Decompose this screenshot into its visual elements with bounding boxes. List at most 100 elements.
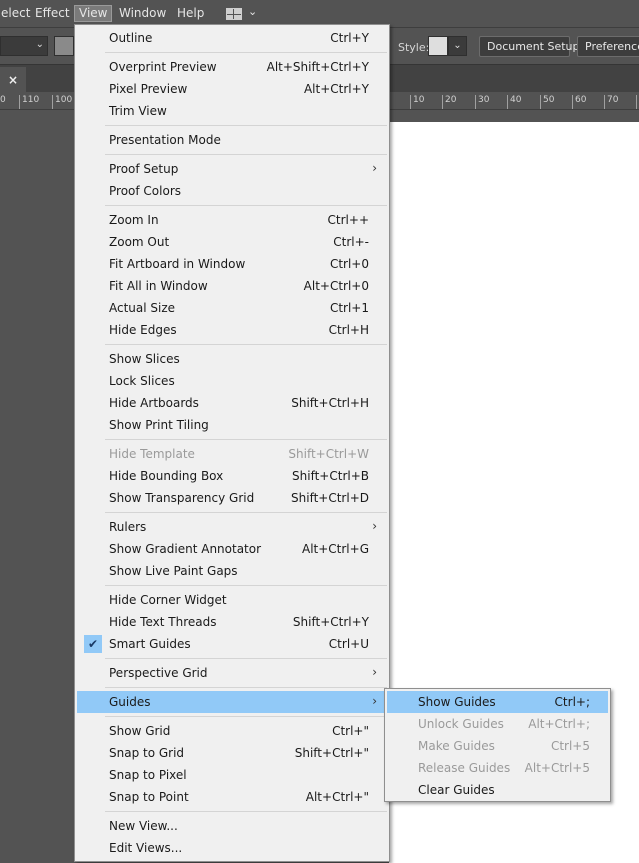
menu-item-label: Fit All in Window <box>109 279 208 293</box>
workspace-switcher[interactable]: ⌄ <box>222 4 264 24</box>
menu-item-shortcut: Ctrl+1 <box>329 301 369 315</box>
menu-separator <box>105 658 387 659</box>
chevron-right-icon: › <box>372 161 377 175</box>
menu-item-hide-template: Hide Template Shift+Ctrl+W <box>77 443 387 465</box>
menu-separator <box>105 52 387 53</box>
menu-item-lock-slices[interactable]: Lock Slices <box>77 370 387 392</box>
menu-separator <box>105 687 387 688</box>
opacity-swatch[interactable] <box>54 36 74 56</box>
menu-item-perspective-grid[interactable]: Perspective Grid › <box>77 662 387 684</box>
menu-item-new-view[interactable]: New View... <box>77 815 387 837</box>
menu-item-label: Perspective Grid <box>109 666 208 680</box>
menu-item-actual-size[interactable]: Actual Size Ctrl+1 <box>77 297 387 319</box>
menu-item-edit-views[interactable]: Edit Views... <box>77 837 387 859</box>
menu-item-label: Make Guides <box>418 739 495 753</box>
menu-item-label: Fit Artboard in Window <box>109 257 246 271</box>
menu-item-label: Unlock Guides <box>418 717 504 731</box>
ruler-tick <box>604 95 605 109</box>
ruler-label: 50 <box>543 95 555 105</box>
style-swatch[interactable] <box>428 36 448 56</box>
menu-item-hide-artboards[interactable]: Hide Artboards Shift+Ctrl+H <box>77 392 387 414</box>
menu-item-show-slices[interactable]: Show Slices <box>77 348 387 370</box>
ruler-label: 40 <box>510 95 522 105</box>
menu-item-shortcut: Ctrl+" <box>332 724 369 738</box>
menu-item-label: New View... <box>109 819 178 833</box>
menu-item-gradient-annotator[interactable]: Show Gradient Annotator Alt+Ctrl+G <box>77 538 387 560</box>
menu-item-zoom-in[interactable]: Zoom In Ctrl++ <box>77 209 387 231</box>
menu-separator <box>105 811 387 812</box>
menu-item-snap-to-point[interactable]: Snap to Point Alt+Ctrl+" <box>77 786 387 808</box>
menu-item-shortcut: Alt+Ctrl+Y <box>303 82 369 96</box>
menu-item-label: Presentation Mode <box>109 133 221 147</box>
menu-item-fit-artboard[interactable]: Fit Artboard in Window Ctrl+0 <box>77 253 387 275</box>
menu-item-smart-guides[interactable]: ✔ Smart Guides Ctrl+U <box>77 633 387 655</box>
menu-item-shortcut: Alt+Shift+Ctrl+Y <box>266 60 369 74</box>
menu-item-shortcut: Shift+Ctrl+B <box>292 469 369 483</box>
menu-item-label: Rulers <box>109 520 147 534</box>
menu-item-outline[interactable]: Outline Ctrl+Y <box>77 27 387 49</box>
ruler-tick <box>442 95 443 109</box>
ruler-label: 30 <box>478 95 490 105</box>
ruler-label: 0 <box>0 95 6 105</box>
menu-item-label: Hide Template <box>109 447 195 461</box>
ruler-tick <box>636 95 637 109</box>
menu-item-proof-setup[interactable]: Proof Setup › <box>77 158 387 180</box>
ruler-tick <box>507 95 508 109</box>
menu-item-label: Hide Artboards <box>109 396 199 410</box>
menu-item-zoom-out[interactable]: Zoom Out Ctrl+- <box>77 231 387 253</box>
preferences-button[interactable]: Preferences <box>577 36 639 57</box>
menu-item-snap-to-grid[interactable]: Snap to Grid Shift+Ctrl+" <box>77 742 387 764</box>
menu-item-label: Snap to Grid <box>109 746 185 760</box>
menu-item-label: Guides <box>109 695 151 709</box>
menu-item-show-transparency-grid[interactable]: Show Transparency Grid Shift+Ctrl+D <box>77 487 387 509</box>
stroke-weight-dropdown[interactable]: ⌄ <box>0 36 48 56</box>
menu-item-rulers[interactable]: Rulers › <box>77 516 387 538</box>
menu-item-label: Trim View <box>109 104 167 118</box>
menu-item-shortcut: Alt+Ctrl+" <box>305 790 369 804</box>
document-tab[interactable]: × <box>0 67 26 93</box>
chevron-right-icon: › <box>372 694 377 708</box>
menu-item-shortcut: Ctrl+Y <box>330 31 369 45</box>
submenu-item-clear-guides[interactable]: Clear Guides <box>387 779 608 801</box>
menu-item-overprint-preview[interactable]: Overprint Preview Alt+Shift+Ctrl+Y <box>77 56 387 78</box>
menu-effect[interactable]: Effect <box>31 6 74 23</box>
menu-item-shortcut: Shift+Ctrl+D <box>291 491 369 505</box>
menu-item-live-paint-gaps[interactable]: Show Live Paint Gaps <box>77 560 387 582</box>
menu-item-label: Overprint Preview <box>109 60 217 74</box>
menu-separator <box>105 716 387 717</box>
menu-item-presentation-mode[interactable]: Presentation Mode <box>77 129 387 151</box>
menu-separator <box>105 344 387 345</box>
menu-item-trim-view[interactable]: Trim View <box>77 100 387 122</box>
menu-select[interactable]: elect <box>0 6 34 23</box>
style-dropdown[interactable]: ⌄ <box>448 36 467 56</box>
menu-item-hide-bounding-box[interactable]: Hide Bounding Box Shift+Ctrl+B <box>77 465 387 487</box>
menu-separator <box>105 125 387 126</box>
ruler-tick <box>52 95 53 109</box>
document-setup-button[interactable]: Document Setup <box>479 36 580 57</box>
menu-item-label: Hide Corner Widget <box>109 593 227 607</box>
menu-item-label: Hide Bounding Box <box>109 469 224 483</box>
menu-item-hide-corner-widget[interactable]: Hide Corner Widget <box>77 589 387 611</box>
menu-separator <box>105 205 387 206</box>
menu-item-hide-edges[interactable]: Hide Edges Ctrl+H <box>77 319 387 341</box>
close-icon[interactable]: × <box>8 73 18 87</box>
menu-item-shortcut: Ctrl++ <box>327 213 369 227</box>
menu-item-hide-text-threads[interactable]: Hide Text Threads Shift+Ctrl+Y <box>77 611 387 633</box>
ruler-label: 10 <box>413 95 425 105</box>
submenu-item-show-guides[interactable]: Show Guides Ctrl+; <box>387 691 608 713</box>
submenu-item-make-guides: Make Guides Ctrl+5 <box>387 735 608 757</box>
menu-item-shortcut: Ctrl+U <box>328 637 369 651</box>
menu-help[interactable]: Help <box>173 6 208 23</box>
menu-item-show-grid[interactable]: Show Grid Ctrl+" <box>77 720 387 742</box>
menu-view[interactable]: View <box>74 5 113 22</box>
menu-item-pixel-preview[interactable]: Pixel Preview Alt+Ctrl+Y <box>77 78 387 100</box>
style-label: Style: <box>398 41 430 54</box>
menu-item-fit-all[interactable]: Fit All in Window Alt+Ctrl+0 <box>77 275 387 297</box>
menu-item-show-print-tiling[interactable]: Show Print Tiling <box>77 414 387 436</box>
menu-item-shortcut: Shift+Ctrl+H <box>291 396 369 410</box>
menu-item-snap-to-pixel[interactable]: Snap to Pixel <box>77 764 387 786</box>
menu-item-label: Zoom Out <box>109 235 170 249</box>
menu-window[interactable]: Window <box>115 6 170 23</box>
menu-item-proof-colors[interactable]: Proof Colors <box>77 180 387 202</box>
menu-item-guides[interactable]: Guides › <box>77 691 387 713</box>
